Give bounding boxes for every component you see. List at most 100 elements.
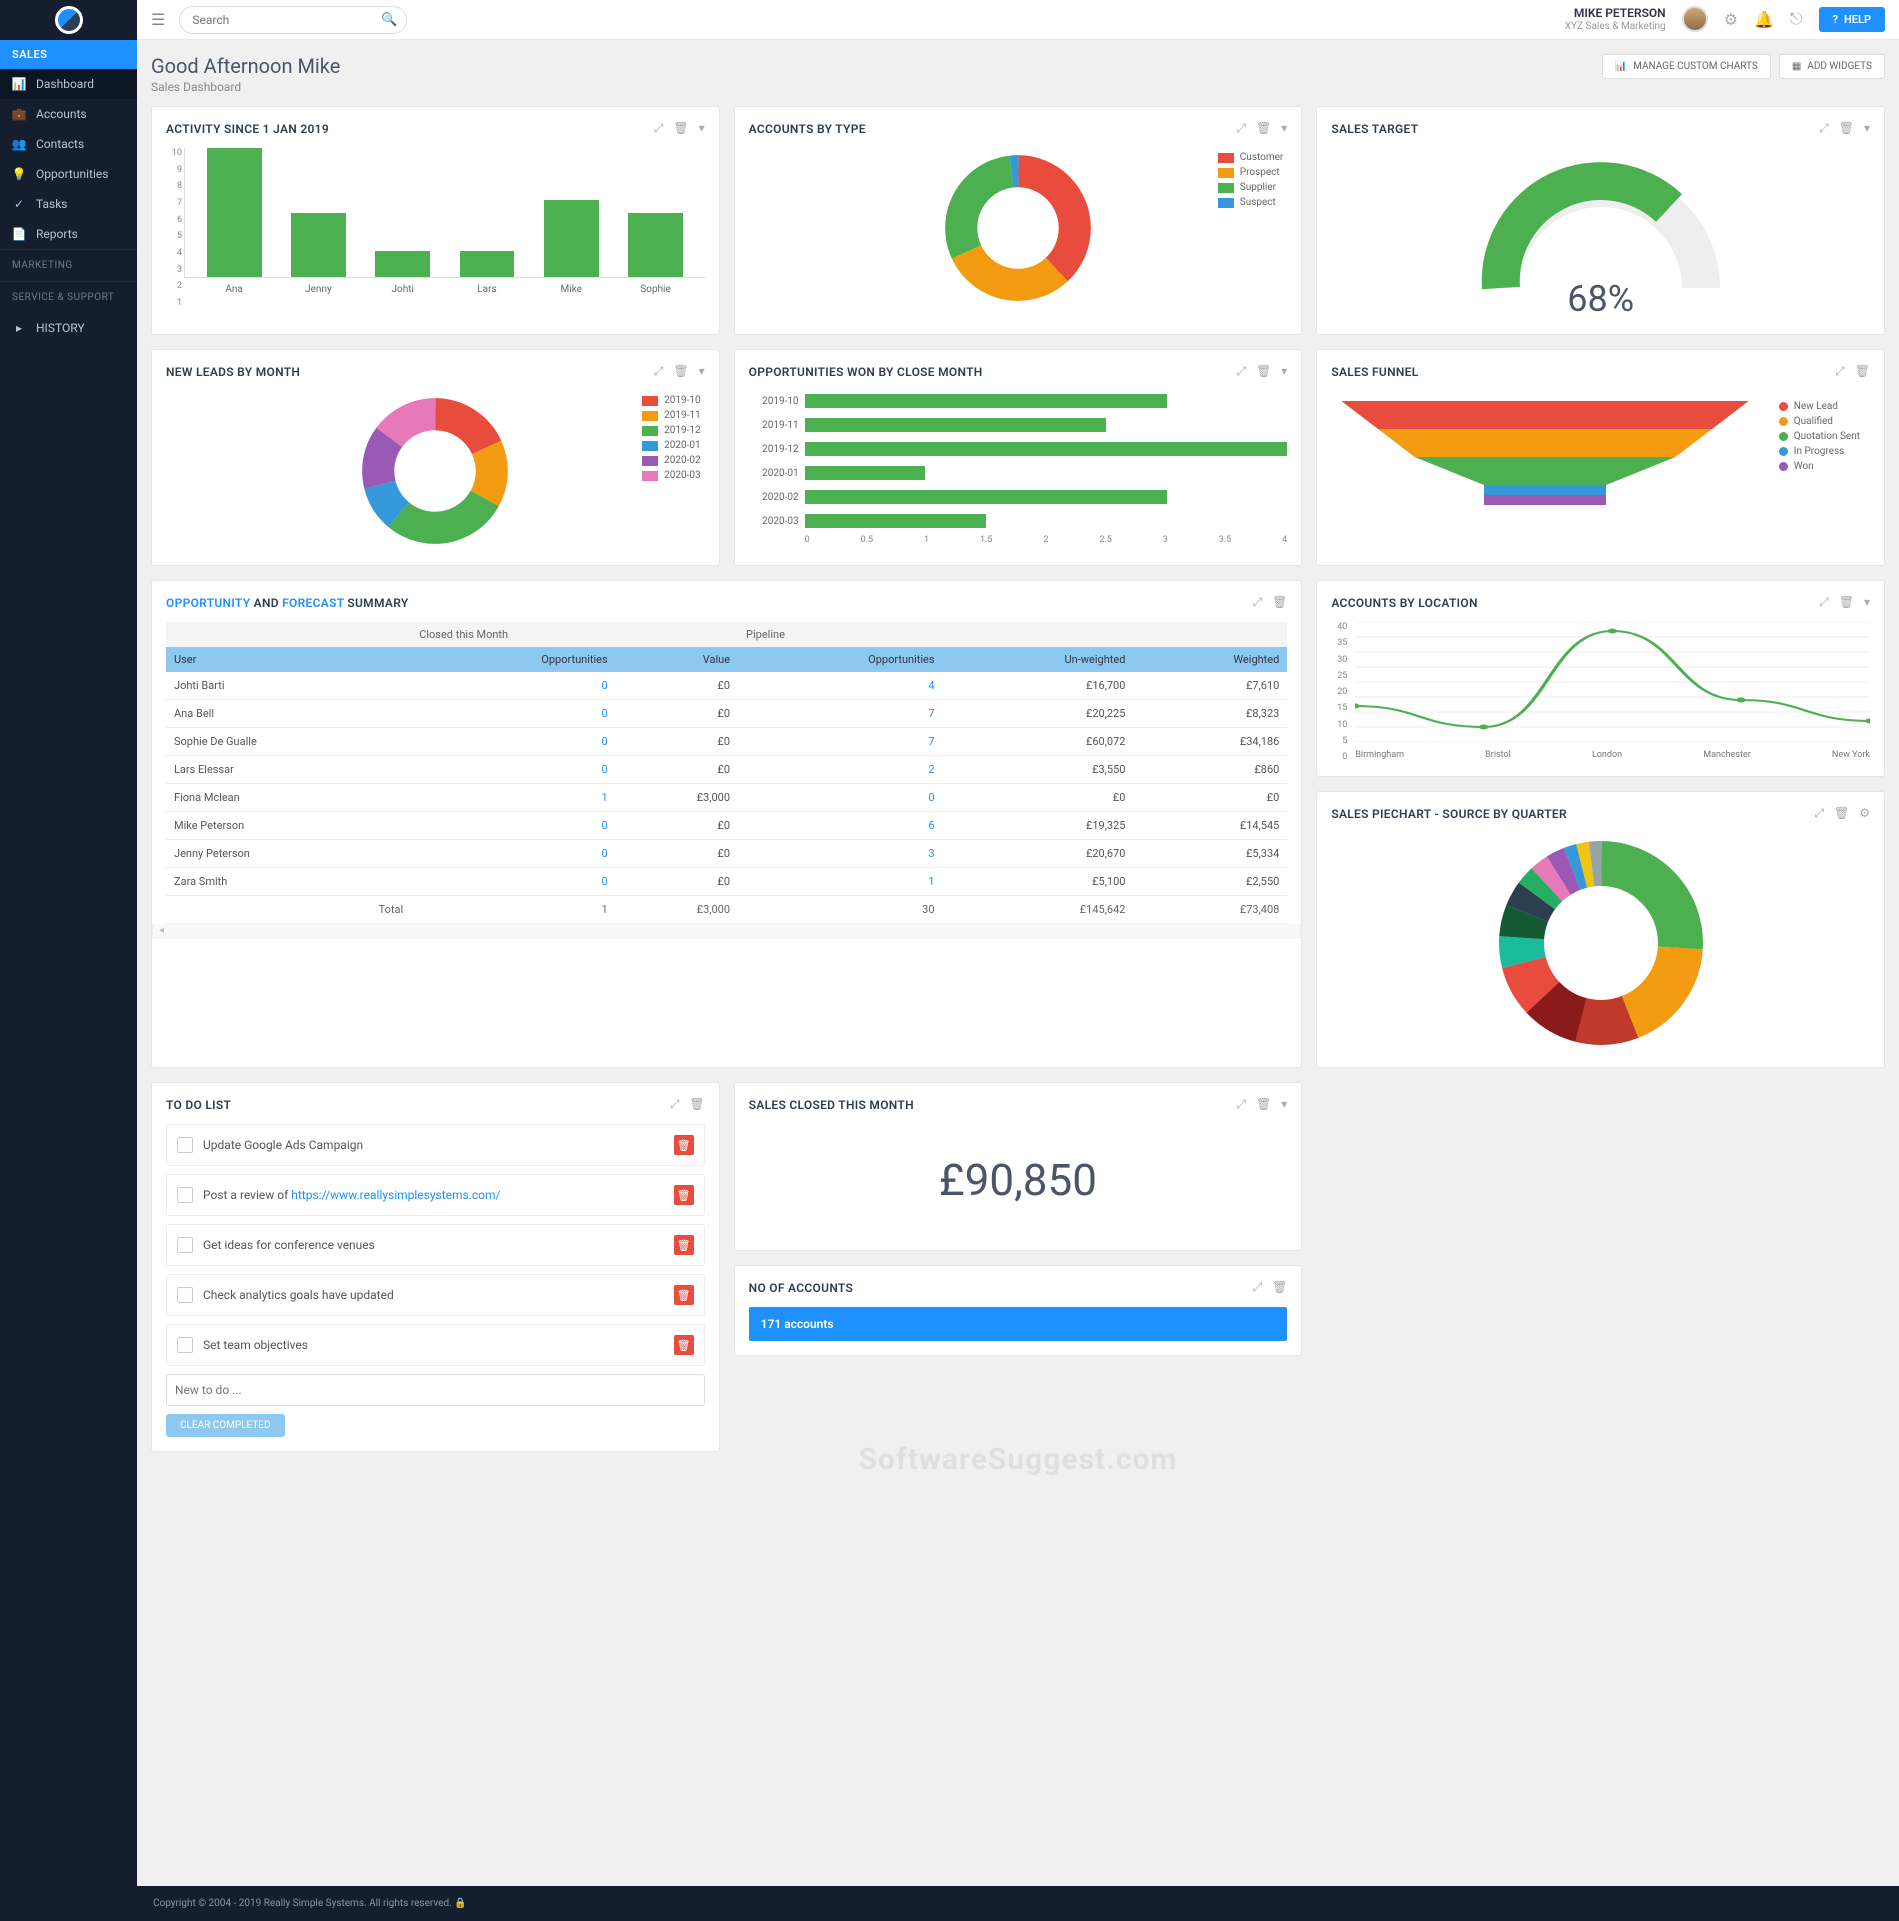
card-todo: TO DO LIST ⤢🗑 Update Google Ads Campaign…: [151, 1082, 720, 1452]
legend-item: 2020-03: [642, 470, 700, 481]
settings-icon[interactable]: ⚙: [1724, 10, 1738, 29]
chevron-down-icon[interactable]: ▾: [699, 121, 705, 136]
todo-input[interactable]: [166, 1374, 705, 1406]
logout-icon[interactable]: ⎋: [1790, 9, 1803, 29]
todo-item: Update Google Ads Campaign🗑: [166, 1124, 705, 1166]
nav-section-sales[interactable]: SALES: [0, 40, 137, 69]
table-row[interactable]: Mike Peterson0£06£19,325£14,545: [166, 812, 1287, 840]
checkbox[interactable]: [177, 1187, 193, 1203]
nav-item-accounts[interactable]: 💼Accounts: [0, 99, 137, 129]
chevron-down-icon[interactable]: ▾: [1281, 121, 1287, 136]
trash-icon[interactable]: 🗑: [1272, 595, 1287, 610]
delete-icon[interactable]: 🗑: [674, 1235, 694, 1255]
search-input[interactable]: [179, 6, 407, 34]
expand-icon[interactable]: ⤢: [1252, 595, 1262, 610]
chevron-down-icon[interactable]: ▾: [699, 364, 705, 379]
bell-icon[interactable]: 🔔: [1754, 10, 1774, 29]
add-widgets-button[interactable]: ▦ADD WIDGETS: [1779, 54, 1885, 79]
expand-icon[interactable]: ⤢: [654, 121, 664, 136]
expand-icon[interactable]: ⤢: [670, 1097, 680, 1112]
table-row[interactable]: Johti Barti0£04£16,700£7,610: [166, 672, 1287, 700]
expand-icon[interactable]: ⤢: [1252, 1280, 1262, 1295]
trash-icon[interactable]: 🗑: [1256, 364, 1271, 379]
trash-icon[interactable]: 🗑: [689, 1097, 704, 1112]
menu-toggle-icon[interactable]: ☰: [151, 10, 165, 29]
card-sales-piechart: SALES PIECHART - SOURCE BY QUARTER ⤢🗑⚙: [1316, 791, 1885, 1068]
delete-icon[interactable]: 🗑: [674, 1185, 694, 1205]
card-no-accounts: NO OF ACCOUNTS ⤢🗑 171 accounts: [734, 1265, 1303, 1356]
logo[interactable]: [0, 0, 137, 40]
legend-item: Prospect: [1218, 167, 1284, 178]
trash-icon[interactable]: 🗑: [1256, 1097, 1271, 1112]
expand-icon[interactable]: ⤢: [654, 364, 664, 379]
expand-icon[interactable]: ⤢: [1835, 364, 1845, 379]
delete-icon[interactable]: 🗑: [674, 1285, 694, 1305]
nav-item-dashboard[interactable]: 📊Dashboard: [0, 69, 137, 99]
search-icon[interactable]: 🔍: [381, 12, 397, 27]
table-row[interactable]: Fiona Mclean1£3,0000£0£0: [166, 784, 1287, 812]
expand-icon[interactable]: ⤢: [1236, 1097, 1246, 1112]
table-row[interactable]: Jenny Peterson0£03£20,670£5,334: [166, 840, 1287, 868]
legend-item: Supplier: [1218, 182, 1284, 193]
trash-icon[interactable]: 🗑: [1272, 1280, 1287, 1295]
expand-icon[interactable]: ⤢: [1819, 121, 1829, 136]
expand-icon[interactable]: ⤢: [1236, 121, 1246, 136]
legend-item: Suspect: [1218, 197, 1284, 208]
chevron-down-icon[interactable]: ▾: [1281, 1097, 1287, 1112]
checkbox[interactable]: [177, 1337, 193, 1353]
trash-icon[interactable]: 🗑: [1839, 595, 1854, 610]
card-accounts-location: ACCOUNTS BY LOCATION ⤢🗑▾ 403530252015105…: [1316, 580, 1885, 777]
topbar: ☰ 🔍 MIKE PETERSON XYZ Sales & Marketing …: [137, 0, 1899, 40]
nav-history[interactable]: ▸HISTORY: [0, 313, 137, 343]
trash-icon[interactable]: 🗑: [673, 364, 688, 379]
page-title: Good Afternoon Mike: [151, 54, 340, 78]
trash-icon[interactable]: 🗑: [673, 121, 688, 136]
nav-section-marketing[interactable]: MARKETING: [0, 249, 137, 281]
clear-completed-button[interactable]: CLEAR COMPLETED: [166, 1414, 285, 1437]
trash-icon[interactable]: 🗑: [1855, 364, 1870, 379]
nav-item-opportunities[interactable]: 💡Opportunities: [0, 159, 137, 189]
card-activity: ACTIVITY SINCE 1 JAN 2019 ⤢🗑▾ 1098765432…: [151, 106, 720, 335]
delete-icon[interactable]: 🗑: [674, 1135, 694, 1155]
table-row[interactable]: Lars Elessar0£02£3,550£860: [166, 756, 1287, 784]
trash-icon[interactable]: 🗑: [1256, 121, 1271, 136]
nav-item-contacts[interactable]: 👥Contacts: [0, 129, 137, 159]
chevron-down-icon[interactable]: ▾: [1864, 121, 1870, 136]
nav-item-reports[interactable]: 📄Reports: [0, 219, 137, 249]
gear-icon[interactable]: ⚙: [1859, 806, 1870, 821]
dashboard-icon: 📊: [12, 77, 26, 91]
delete-icon[interactable]: 🗑: [674, 1335, 694, 1355]
table-row[interactable]: Sophie De Gualle0£07£60,072£34,186: [166, 728, 1287, 756]
chevron-down-icon[interactable]: ▾: [1864, 595, 1870, 610]
legend-item: 2019-12: [642, 425, 700, 436]
help-icon: ?: [1833, 13, 1838, 26]
chevron-down-icon[interactable]: ▾: [1281, 364, 1287, 379]
sales-closed-value: £90,850: [749, 1124, 1288, 1236]
legend-item: Won: [1779, 461, 1860, 472]
manage-charts-button[interactable]: 📊MANAGE CUSTOM CHARTS: [1602, 54, 1771, 79]
accounts-icon: 💼: [12, 107, 26, 121]
checkbox[interactable]: [177, 1137, 193, 1153]
nav-section-service[interactable]: SERVICE & SUPPORT: [0, 281, 137, 313]
help-button[interactable]: ?HELP: [1819, 7, 1885, 32]
checkbox[interactable]: [177, 1237, 193, 1253]
legend-item: 2020-02: [642, 455, 700, 466]
expand-icon[interactable]: ⤢: [1814, 806, 1824, 821]
trash-icon[interactable]: 🗑: [1834, 806, 1849, 821]
user-info[interactable]: MIKE PETERSON XYZ Sales & Marketing: [1565, 6, 1666, 32]
table-row[interactable]: Zara Smith0£01£5,100£2,550: [166, 868, 1287, 896]
table-total-row: Total1£3,00030£145,642£73,408: [166, 896, 1287, 924]
scroll-hint[interactable]: ◂: [152, 924, 1301, 938]
nav-item-tasks[interactable]: ✓Tasks: [0, 189, 137, 219]
card-accounts-type: ACCOUNTS BY TYPE ⤢🗑▾ CustomerProspectSup…: [734, 106, 1303, 335]
trash-icon[interactable]: 🗑: [1839, 121, 1854, 136]
expand-icon[interactable]: ⤢: [1236, 364, 1246, 379]
expand-icon[interactable]: ⤢: [1819, 595, 1829, 610]
avatar[interactable]: [1682, 6, 1708, 32]
todo-item: Get ideas for conference venues🗑: [166, 1224, 705, 1266]
table-row[interactable]: Ana Bell0£07£20,225£8,323: [166, 700, 1287, 728]
checkbox[interactable]: [177, 1287, 193, 1303]
forecast-table: Closed this MonthPipeline UserOpportunit…: [166, 622, 1287, 924]
card-sales-target: SALES TARGET ⤢🗑▾ 68%: [1316, 106, 1885, 335]
page-subtitle: Sales Dashboard: [151, 80, 340, 94]
